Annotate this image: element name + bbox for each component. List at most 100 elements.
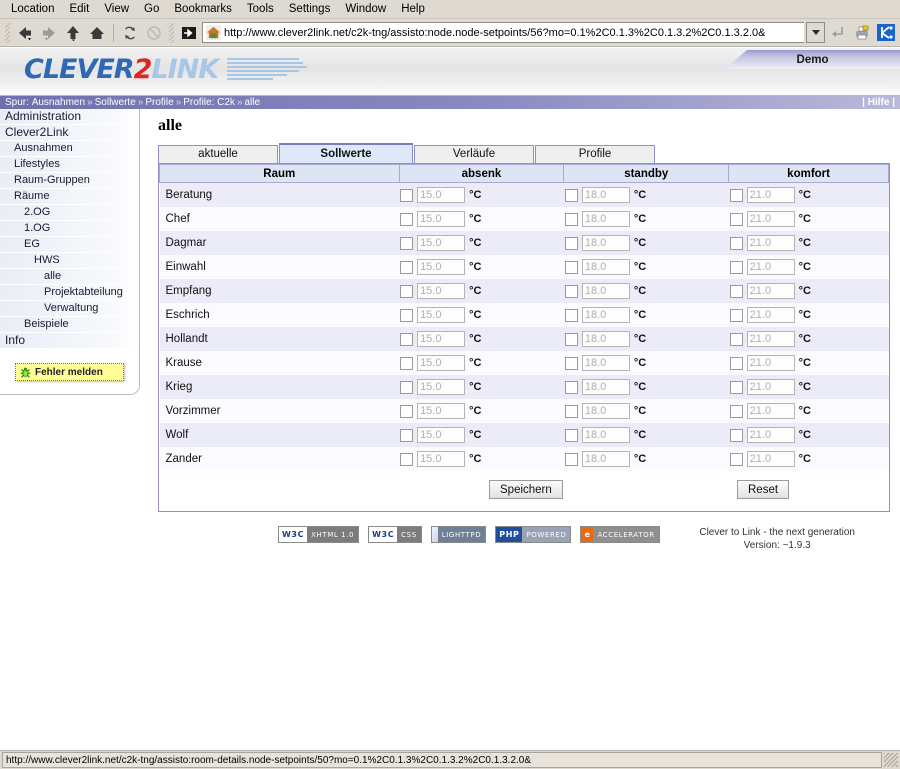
checkbox-komfort[interactable] [729,452,743,466]
setpoint-input-absenk[interactable]: 15.0 [417,379,466,395]
menu-go[interactable]: Go [137,2,166,16]
back-icon[interactable] [14,22,36,44]
breadcrumb-item-4[interactable]: alle [245,97,261,108]
setpoint-input-absenk[interactable]: 15.0 [417,427,466,443]
home-icon[interactable] [86,22,108,44]
checkbox-komfort[interactable] [729,212,743,226]
sidebar-item-ausnahmen[interactable]: Ausnahmen [0,141,139,157]
tab-aktuelle[interactable]: aktuelle [158,145,278,163]
setpoint-input-absenk[interactable]: 15.0 [417,451,466,467]
checkbox-standby[interactable] [564,356,578,370]
checkbox-komfort[interactable] [729,236,743,250]
checkbox-komfort[interactable] [729,404,743,418]
setpoint-input-standby[interactable]: 18.0 [581,355,630,371]
setpoint-input-standby[interactable]: 18.0 [581,379,630,395]
setpoint-input-standby[interactable]: 18.0 [581,451,630,467]
checkbox-komfort[interactable] [729,284,743,298]
badge-accelerator[interactable]: e ACCELERATOR [580,526,660,543]
badge-powered[interactable]: PHP POWERED [495,526,572,543]
checkbox-standby[interactable] [564,260,578,274]
up-icon[interactable] [62,22,84,44]
checkbox-komfort[interactable] [729,428,743,442]
checkbox-standby[interactable] [564,188,578,202]
url-bar[interactable]: http://www.clever2link.net/c2k-tng/assis… [202,22,804,43]
checkbox-absenk[interactable] [400,332,414,346]
tab-sollwerte[interactable]: Sollwerte [279,143,413,163]
checkbox-absenk[interactable] [400,308,414,322]
setpoint-input-absenk[interactable]: 15.0 [417,187,466,203]
setpoint-input-absenk[interactable]: 15.0 [417,307,466,323]
checkbox-standby[interactable] [564,308,578,322]
setpoint-input-absenk[interactable]: 15.0 [417,259,466,275]
checkbox-absenk[interactable] [400,260,414,274]
menu-location[interactable]: Location [4,2,61,16]
toolbar-grip-2[interactable] [169,22,174,43]
setpoint-input-standby[interactable]: 18.0 [581,283,630,299]
breadcrumb-item-0[interactable]: Ausnahmen [32,97,85,108]
checkbox-standby[interactable] [564,212,578,226]
setpoint-input-standby[interactable]: 18.0 [581,427,630,443]
setpoint-input-standby[interactable]: 18.0 [581,331,630,347]
save-button[interactable]: Speichern [489,480,563,499]
setpoint-input-standby[interactable]: 18.0 [581,187,630,203]
setpoint-input-komfort[interactable]: 21.0 [746,307,795,323]
checkbox-komfort[interactable] [729,332,743,346]
menu-window[interactable]: Window [338,2,393,16]
checkbox-absenk[interactable] [400,236,414,250]
demo-tab[interactable]: Demo [725,50,900,69]
checkbox-absenk[interactable] [400,284,414,298]
checkbox-standby[interactable] [564,236,578,250]
sidebar-item-info[interactable]: Info [0,333,139,349]
checkbox-komfort[interactable] [729,308,743,322]
konqueror-logo-icon[interactable] [875,22,897,44]
setpoint-input-standby[interactable]: 18.0 [581,235,630,251]
go-icon[interactable] [827,22,849,44]
toolbar-grip[interactable] [5,22,10,43]
tab-profile[interactable]: Profile [535,145,655,163]
breadcrumb-item-2[interactable]: Profile [145,97,173,108]
sidebar-item-hws[interactable]: HWS [0,253,139,269]
setpoint-input-komfort[interactable]: 21.0 [746,403,795,419]
badge-css[interactable]: W3C CSS [368,526,422,543]
sidebar-item-2-og[interactable]: 2.OG [0,205,139,221]
menu-bookmarks[interactable]: Bookmarks [167,2,239,16]
checkbox-absenk[interactable] [400,380,414,394]
setpoint-input-absenk[interactable]: 15.0 [417,211,466,227]
resize-grip[interactable] [884,753,898,767]
setpoint-input-komfort[interactable]: 21.0 [746,235,795,251]
checkbox-absenk[interactable] [400,188,414,202]
sidebar-item-beispiele[interactable]: Beispiele [0,317,139,333]
menu-tools[interactable]: Tools [240,2,281,16]
forward-icon[interactable] [38,22,60,44]
checkbox-absenk[interactable] [400,428,414,442]
checkbox-komfort[interactable] [729,260,743,274]
checkbox-absenk[interactable] [400,356,414,370]
help-link[interactable]: | Hilfe | [862,97,895,108]
setpoint-input-absenk[interactable]: 15.0 [417,355,466,371]
checkbox-standby[interactable] [564,380,578,394]
site-logo[interactable]: CLEVER 2 LINK [24,54,308,85]
setpoint-input-komfort[interactable]: 21.0 [746,211,795,227]
setpoint-input-komfort[interactable]: 21.0 [746,283,795,299]
setpoint-input-komfort[interactable]: 21.0 [746,331,795,347]
checkbox-komfort[interactable] [729,380,743,394]
sidebar-item-lifestyles[interactable]: Lifestyles [0,157,139,173]
setpoint-input-komfort[interactable]: 21.0 [746,451,795,467]
sidebar-item-projektabteilung[interactable]: Projektabteilung [0,285,139,301]
url-dropdown-button[interactable] [806,22,825,43]
setpoint-input-komfort[interactable]: 21.0 [746,379,795,395]
setpoint-input-komfort[interactable]: 21.0 [746,427,795,443]
menu-view[interactable]: View [97,2,136,16]
setpoint-input-komfort[interactable]: 21.0 [746,259,795,275]
badge-xhtml-1-0[interactable]: W3C XHTML 1.0 [278,526,360,543]
sidebar-item-clever2link[interactable]: Clever2Link [0,125,139,141]
checkbox-absenk[interactable] [400,212,414,226]
breadcrumb-item-3[interactable]: Profile: C2k [183,97,235,108]
url-text[interactable]: http://www.clever2link.net/c2k-tng/assis… [224,27,765,39]
report-error-button[interactable]: Fehler melden [15,363,124,381]
setpoint-input-absenk[interactable]: 15.0 [417,403,466,419]
sidebar-item-administration[interactable]: Administration [0,109,139,125]
sidebar-item-alle[interactable]: alle [0,269,139,285]
checkbox-absenk[interactable] [400,404,414,418]
checkbox-komfort[interactable] [729,188,743,202]
